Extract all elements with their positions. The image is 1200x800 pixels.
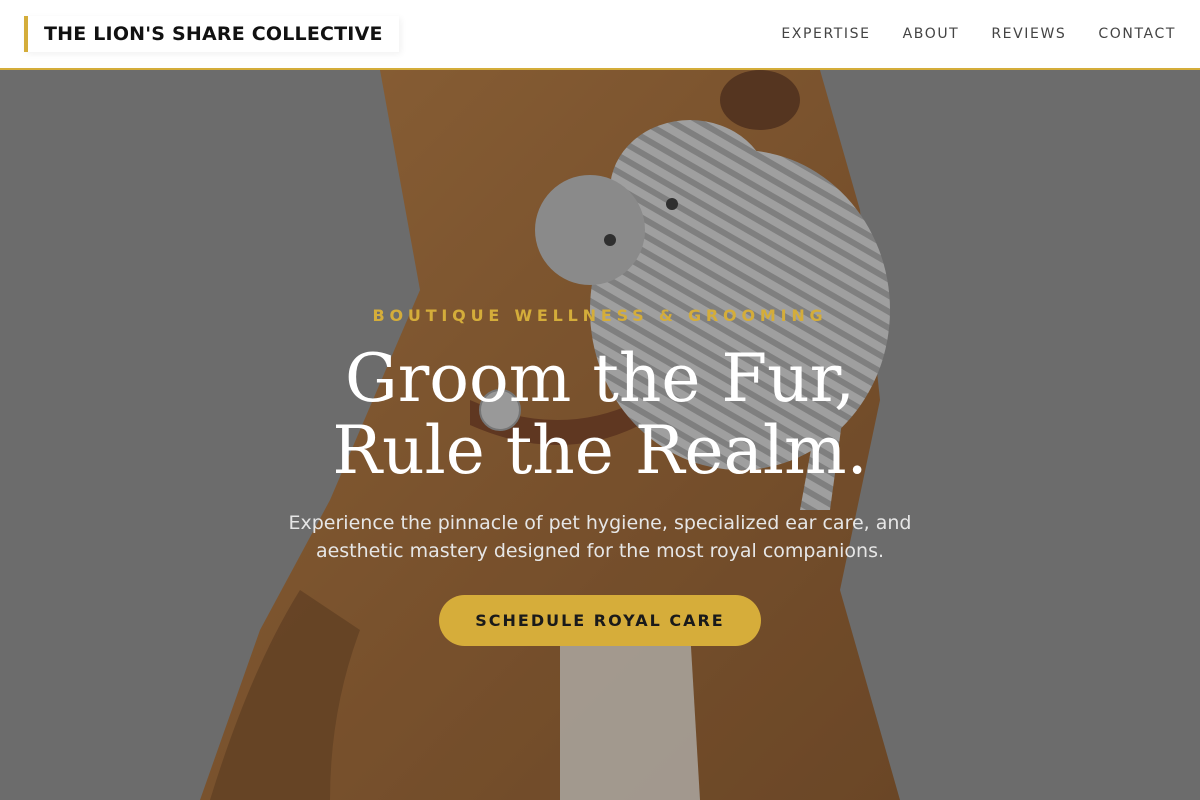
hero-headline: Groom the Fur, Rule the Realm.: [332, 343, 867, 487]
hero-subtext: Experience the pinnacle of pet hygiene, …: [288, 512, 912, 562]
schedule-royal-care-button[interactable]: SCHEDULE ROYAL CARE: [439, 595, 761, 646]
hero-eyebrow: BOUTIQUE WELLNESS & GROOMING: [372, 306, 828, 325]
hero-section: BOUTIQUE WELLNESS & GROOMING Groom the F…: [0, 70, 1200, 800]
brand-name: THE LION'S SHARE COLLECTIVE: [44, 23, 383, 45]
nav-link-contact[interactable]: CONTACT: [1098, 26, 1176, 42]
nav-link-expertise[interactable]: EXPERTISE: [781, 26, 870, 42]
nav-link-reviews[interactable]: REVIEWS: [991, 26, 1066, 42]
hero-headline-line-2: Rule the Realm.: [332, 412, 868, 489]
site-header: THE LION'S SHARE COLLECTIVE EXPERTISE AB…: [0, 0, 1200, 70]
main-nav: EXPERTISE ABOUT REVIEWS CONTACT: [781, 26, 1176, 42]
hero-headline-line-1: Groom the Fur,: [345, 340, 855, 417]
hero-content: BOUTIQUE WELLNESS & GROOMING Groom the F…: [0, 306, 1200, 646]
brand-logo[interactable]: THE LION'S SHARE COLLECTIVE: [24, 16, 399, 52]
nav-link-about[interactable]: ABOUT: [903, 26, 960, 42]
